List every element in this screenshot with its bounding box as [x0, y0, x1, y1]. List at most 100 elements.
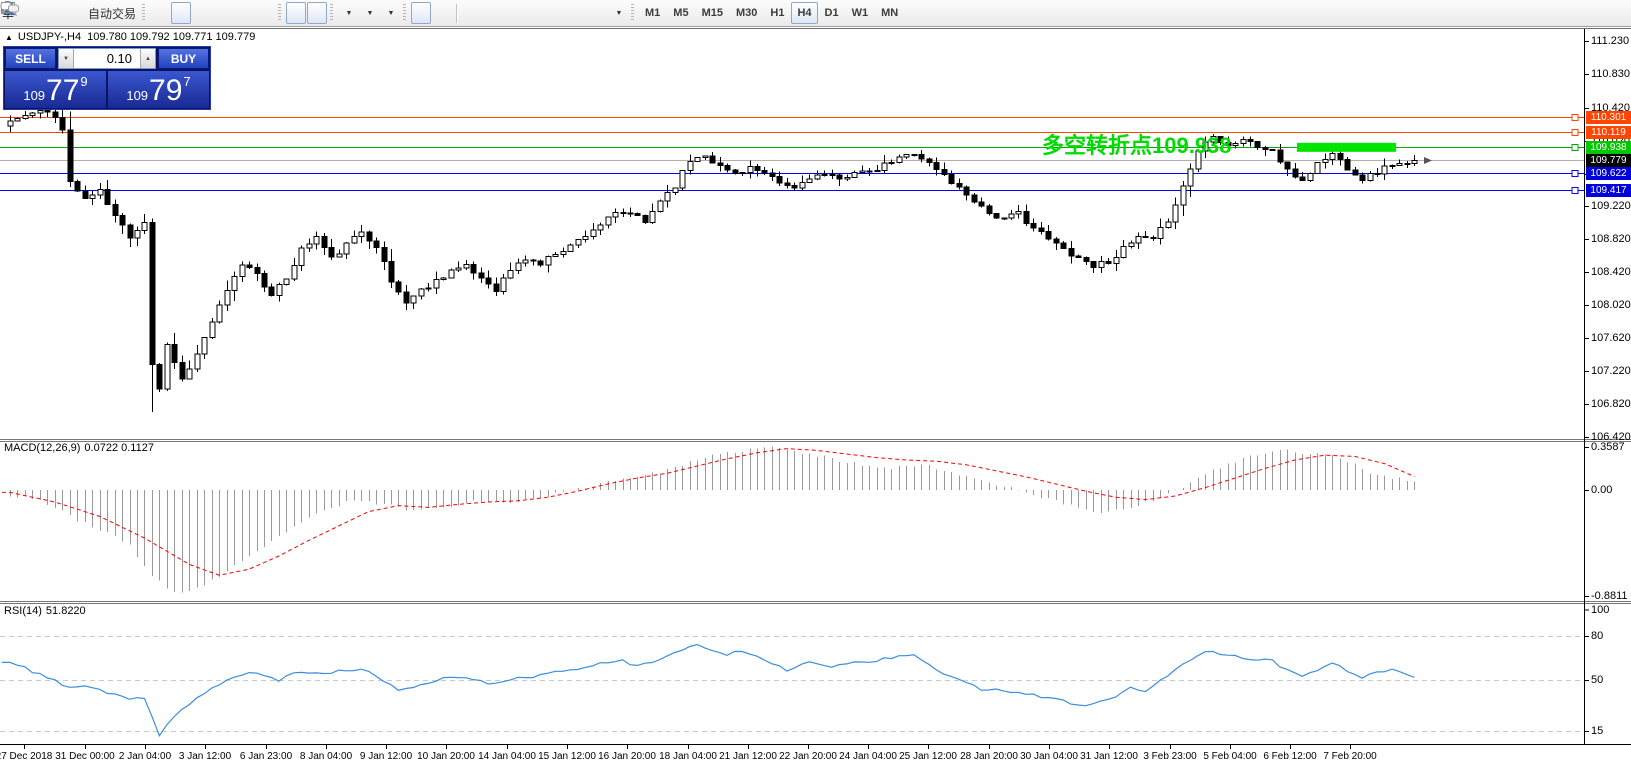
- text-label-button[interactable]: T: [587, 2, 607, 24]
- chart-shift-button[interactable]: [307, 2, 327, 24]
- macd-axis-label: 0.00: [1591, 484, 1612, 496]
- equidistant-channel-button[interactable]: E: [524, 2, 544, 24]
- rsi-axis-label: 100: [1591, 604, 1609, 616]
- price-axis-label: 106.820: [1591, 398, 1631, 410]
- sell-price-sup: 9: [80, 74, 87, 89]
- rsi-axis-label: 15: [1591, 725, 1603, 737]
- tab-timeframe-h1[interactable]: H1: [764, 2, 790, 24]
- pane-frame: [0, 29, 1631, 745]
- auto-scroll-button[interactable]: [286, 2, 306, 24]
- chat-icon: [0, 0, 20, 16]
- volume-control: ▼ ▲: [58, 48, 156, 69]
- chart-ohlc-values: 109.780 109.792 109.771 109.779: [87, 31, 255, 43]
- community-button[interactable]: [40, 2, 60, 24]
- price-axis-label: 108.420: [1591, 266, 1631, 278]
- price-axis-label: 109.220: [1591, 200, 1631, 212]
- text-button[interactable]: A: [566, 2, 586, 24]
- chart-annotation[interactable]: 多空转折点109.938: [1042, 128, 1232, 160]
- time-axis-label: 24 Jan 04:00: [839, 751, 897, 762]
- last-price-marker: [1424, 157, 1432, 164]
- time-axis-label: 25 Jan 12:00: [899, 751, 957, 762]
- cursor-button[interactable]: [411, 2, 431, 24]
- crosshair-button[interactable]: [432, 2, 452, 24]
- collapse-panel-arrow-icon[interactable]: ▲: [5, 33, 13, 42]
- arrows-button[interactable]: ▼: [608, 2, 628, 24]
- templates-button[interactable]: ▼: [380, 2, 400, 24]
- rsi-indicator-label: RSI(14)51.8220: [4, 605, 90, 617]
- rsi-value: 51.8220: [46, 605, 86, 617]
- bar-chart-button[interactable]: [150, 2, 170, 24]
- trendline-button[interactable]: [503, 2, 523, 24]
- market-watch-button[interactable]: [19, 2, 39, 24]
- time-axis-label: 3 Jan 12:00: [179, 751, 231, 762]
- tab-timeframe-m15[interactable]: M15: [696, 2, 729, 24]
- dropdown-arrow-icon: ▼: [346, 10, 353, 17]
- tab-timeframe-m5[interactable]: M5: [667, 2, 694, 24]
- tab-timeframe-d1[interactable]: D1: [819, 2, 845, 24]
- tab-timeframe-h4[interactable]: H4: [791, 2, 817, 24]
- time-axis-label: 21 Jan 12:00: [719, 751, 777, 762]
- time-axis-label: 14 Jan 04:00: [478, 751, 536, 762]
- candlestick-chart-button[interactable]: [171, 2, 191, 24]
- buy-price-big: 79: [149, 76, 182, 106]
- highlight-bar[interactable]: [1297, 143, 1396, 152]
- toolbar-separator: [456, 4, 457, 23]
- toolbar-grip: [403, 4, 406, 22]
- price-badge-109622: 109.622: [1586, 167, 1631, 180]
- hline-109417[interactable]: [0, 188, 1584, 194]
- hline-110119[interactable]: [0, 130, 1584, 136]
- zoom-out-button[interactable]: [234, 2, 254, 24]
- time-axis-label: 31 Jan 12:00: [1080, 751, 1138, 762]
- line-chart-button[interactable]: [192, 2, 212, 24]
- time-axis-label: 2 Jan 04:00: [119, 751, 171, 762]
- search-button[interactable]: [1529, 2, 1549, 24]
- volume-input[interactable]: [74, 49, 140, 68]
- macd-signal-line: [2, 449, 1414, 576]
- volume-increase-button[interactable]: ▲: [140, 49, 155, 68]
- one-click-trading-panel: SELL ▼ ▲ BUY 109 77 9 109 79 7: [3, 46, 211, 110]
- volume-decrease-button[interactable]: ▼: [59, 49, 74, 68]
- tile-windows-button[interactable]: [255, 2, 275, 24]
- tab-timeframe-w1[interactable]: W1: [846, 2, 875, 24]
- sell-price-big: 77: [46, 76, 79, 106]
- indicators-button[interactable]: ▼: [338, 2, 358, 24]
- zoom-in-button[interactable]: [213, 2, 233, 24]
- horizontal-line-button[interactable]: [482, 2, 502, 24]
- price-axis-label: 108.820: [1591, 233, 1631, 245]
- autotrading-button[interactable]: 自动交易: [82, 2, 139, 24]
- autotrading-label: 自动交易: [88, 5, 136, 22]
- vertical-line-button[interactable]: [461, 2, 481, 24]
- time-axis-label: 30 Jan 04:00: [1020, 751, 1078, 762]
- time-axis-label: 16 Jan 20:00: [598, 751, 656, 762]
- tab-timeframe-m30[interactable]: M30: [730, 2, 763, 24]
- toolbar-grip: [631, 4, 634, 22]
- signals-button[interactable]: [61, 2, 81, 24]
- tab-timeframe-mn[interactable]: MN: [875, 2, 904, 24]
- price-axis-label: 108.020: [1591, 299, 1631, 311]
- chart-canvas[interactable]: [0, 0, 1631, 774]
- rsi-level-lines: [0, 637, 1584, 732]
- chat-button[interactable]: [1552, 2, 1572, 24]
- macd-axis-label: -0.8811: [1591, 590, 1628, 602]
- time-axis-label: 28 Jan 20:00: [960, 751, 1018, 762]
- sell-button[interactable]: SELL: [5, 48, 56, 69]
- time-axis-label: 31 Dec 00:00: [55, 751, 115, 762]
- toolbar-grip: [278, 4, 281, 22]
- price-badge-109938: 109.938: [1586, 141, 1631, 154]
- buy-button[interactable]: BUY: [158, 48, 209, 69]
- dropdown-arrow-icon: ▼: [367, 10, 374, 17]
- hline-110301[interactable]: [0, 115, 1584, 121]
- price-badge-110119: 110.119: [1586, 126, 1631, 139]
- tab-timeframe-m1[interactable]: M1: [639, 2, 666, 24]
- hline-109622[interactable]: [0, 171, 1584, 177]
- buy-price-sup: 7: [183, 74, 190, 89]
- time-axis-label: 15 Jan 12:00: [538, 751, 596, 762]
- macd-name: MACD(12,26,9): [4, 442, 80, 454]
- buy-price-display[interactable]: 109 79 7: [108, 71, 209, 108]
- periods-button[interactable]: ▼: [359, 2, 379, 24]
- sell-price-display[interactable]: 109 77 9: [5, 71, 106, 108]
- dropdown-arrow-icon: ▼: [616, 10, 623, 17]
- chart-title: ▲USDJPY-,H4109.780 109.792 109.771 109.7…: [5, 31, 255, 43]
- fibonacci-button[interactable]: F: [545, 2, 565, 24]
- price-axis-label: 111.230: [1591, 35, 1629, 47]
